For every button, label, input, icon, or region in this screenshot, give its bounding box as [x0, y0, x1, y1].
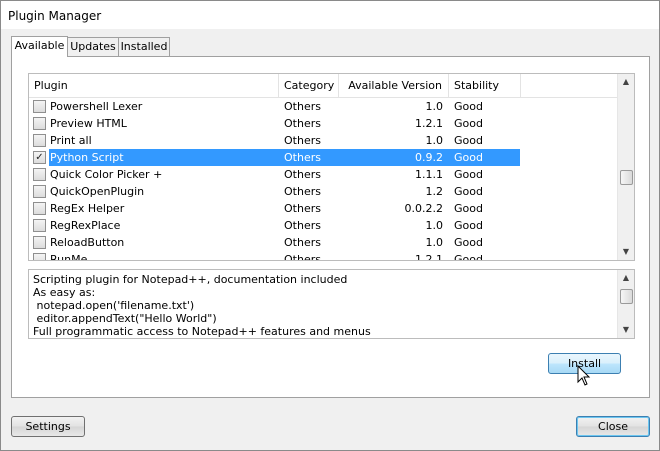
plugin-stability: Good — [454, 185, 483, 198]
plugin-rows: Powershell Lexer Others 1.0 Good Preview HTM… — [29, 98, 618, 260]
plugin-list-scrollbar[interactable]: ▲ ▼ — [617, 74, 634, 260]
tab-installed[interactable]: Installed — [118, 37, 170, 56]
plugin-version: 0.9.2 — [415, 151, 443, 164]
title-bar: Plugin Manager — [1, 1, 659, 29]
plugin-row[interactable]: RunMe Others 1.2.1 Good — [29, 251, 618, 260]
description-scrollbar[interactable]: ▲ ▼ — [617, 270, 634, 338]
settings-button[interactable]: Settings — [11, 416, 85, 437]
plugin-stability: Good — [454, 253, 483, 260]
plugin-row[interactable]: RegEx Helper Others 0.0.2.2 Good — [29, 200, 618, 217]
mouse-pointer-icon — [577, 365, 591, 386]
plugin-category: Others — [284, 185, 321, 198]
description-line: Scripting plugin for Notepad++, document… — [33, 273, 348, 286]
plugin-row[interactable]: QuickOpenPlugin Others 1.2 Good — [29, 183, 618, 200]
plugin-name: Preview HTML — [50, 117, 127, 130]
plugin-category: Others — [284, 253, 321, 260]
tab-available[interactable]: Available — [11, 36, 68, 57]
plugin-name: RunMe — [50, 253, 88, 260]
plugin-checkbox[interactable]: ✓ — [33, 151, 46, 164]
description-line: notepad.open('filename.txt') — [33, 299, 195, 312]
plugin-checkbox[interactable] — [33, 100, 46, 113]
scroll-down-arrow-icon[interactable]: ▼ — [618, 244, 634, 260]
plugin-stability: Good — [454, 236, 483, 249]
column-header-plugin[interactable]: Plugin — [29, 74, 279, 97]
plugin-manager-window: Plugin Manager Updates Installed Availab… — [0, 0, 660, 451]
plugin-category: Others — [284, 202, 321, 215]
plugin-row[interactable]: RegRexPlace Others 1.0 Good — [29, 217, 618, 234]
plugin-list[interactable]: Plugin Category Available Version Stabil… — [28, 73, 635, 261]
plugin-name: RegEx Helper — [50, 202, 125, 215]
plugin-version: 0.0.2.2 — [404, 202, 443, 215]
plugin-checkbox[interactable] — [33, 168, 46, 181]
scroll-up-arrow-icon[interactable]: ▲ — [618, 74, 634, 90]
plugin-row[interactable]: ✓ Python Script Others 0.9.2 Good — [29, 149, 618, 166]
plugin-row[interactable]: Powershell Lexer Others 1.0 Good — [29, 98, 618, 115]
plugin-name: Print all — [50, 134, 92, 147]
description-line: editor.appendText("Hello World") — [33, 312, 217, 325]
description-scroll-thumb[interactable] — [620, 289, 633, 304]
plugin-name: QuickOpenPlugin — [50, 185, 145, 198]
plugin-category: Others — [284, 100, 321, 113]
column-header-available-version[interactable]: Available Version — [339, 74, 449, 97]
plugin-description: Scripting plugin for Notepad++, document… — [28, 269, 635, 339]
plugin-version: 1.1.1 — [415, 168, 443, 181]
plugin-checkbox[interactable] — [33, 236, 46, 249]
plugin-stability: Good — [454, 100, 483, 113]
plugin-row[interactable]: Preview HTML Others 1.2.1 Good — [29, 115, 618, 132]
plugin-category: Others — [284, 117, 321, 130]
plugin-checkbox[interactable] — [33, 202, 46, 215]
plugin-name: Quick Color Picker + — [50, 168, 163, 181]
scroll-up-arrow-icon[interactable]: ▲ — [618, 270, 634, 286]
plugin-version: 1.0 — [425, 236, 444, 249]
plugin-stability: Good — [454, 134, 483, 147]
plugin-checkbox[interactable] — [33, 185, 46, 198]
plugin-version: 1.2.1 — [415, 117, 443, 130]
plugin-stability: Good — [454, 151, 483, 164]
plugin-stability: Good — [454, 202, 483, 215]
plugin-version: 1.0 — [425, 134, 444, 147]
plugin-stability: Good — [454, 219, 483, 232]
tab-updates[interactable]: Updates — [67, 37, 119, 56]
available-tab-panel: Plugin Category Available Version Stabil… — [11, 56, 650, 398]
plugin-list-scroll-thumb[interactable] — [620, 170, 633, 185]
window-title: Plugin Manager — [8, 9, 102, 23]
plugin-category: Others — [284, 236, 321, 249]
plugin-stability: Good — [454, 117, 483, 130]
plugin-checkbox[interactable] — [33, 117, 46, 130]
plugin-checkbox[interactable] — [33, 219, 46, 232]
close-button[interactable]: Close — [576, 416, 650, 437]
column-header-category[interactable]: Category — [279, 74, 339, 97]
plugin-stability: Good — [454, 168, 483, 181]
plugin-category: Others — [284, 219, 321, 232]
plugin-row[interactable]: Print all Others 1.0 Good — [29, 132, 618, 149]
scroll-down-arrow-icon[interactable]: ▼ — [618, 322, 634, 338]
plugin-checkbox[interactable] — [33, 253, 46, 260]
description-line: Full programmatic access to Notepad++ fe… — [33, 325, 371, 338]
plugin-name: ReloadButton — [50, 236, 125, 249]
plugin-list-header: Plugin Category Available Version Stabil… — [29, 74, 618, 98]
plugin-checkbox[interactable] — [33, 134, 46, 147]
plugin-category: Others — [284, 134, 321, 147]
plugin-version: 1.0 — [425, 100, 444, 113]
plugin-name: RegRexPlace — [50, 219, 121, 232]
description-line: As easy as: — [33, 286, 96, 299]
plugin-category: Others — [284, 151, 321, 164]
plugin-category: Others — [284, 168, 321, 181]
plugin-row[interactable]: Quick Color Picker + Others 1.1.1 Good — [29, 166, 618, 183]
plugin-version: 1.2.1 — [415, 253, 443, 260]
plugin-name: Powershell Lexer — [50, 100, 143, 113]
plugin-name: Python Script — [50, 151, 124, 164]
plugin-row[interactable]: ReloadButton Others 1.0 Good — [29, 234, 618, 251]
plugin-version: 1.2 — [425, 185, 444, 198]
column-header-stability[interactable]: Stability — [449, 74, 521, 97]
plugin-version: 1.0 — [425, 219, 444, 232]
